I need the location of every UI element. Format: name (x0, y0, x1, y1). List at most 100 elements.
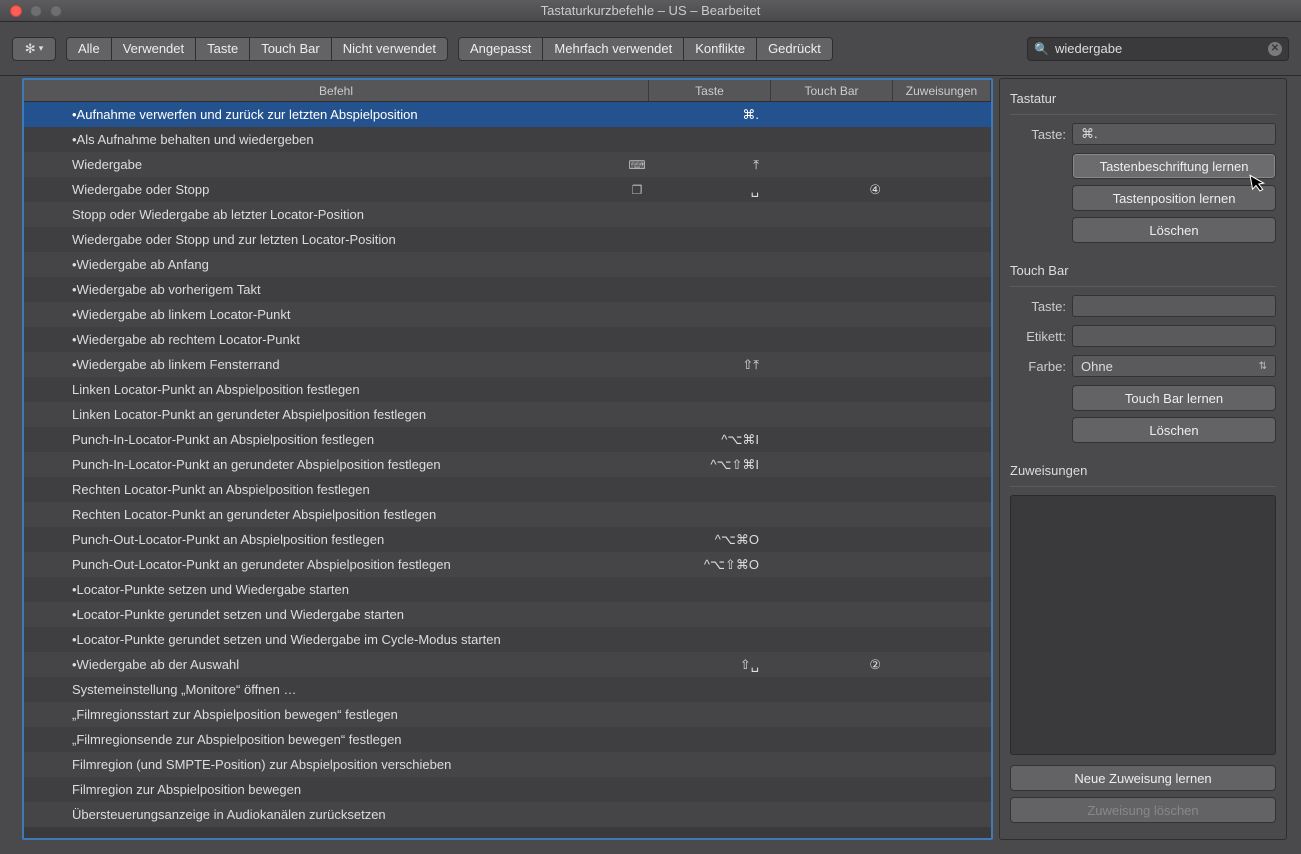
filter-group-1: Alle Verwendet Taste Touch Bar Nicht ver… (66, 37, 448, 61)
table-row[interactable]: Wiedergabe oder Stopp❐␣④ (24, 177, 991, 202)
touchbar-label-label: Etikett: (1010, 329, 1066, 344)
touchbar-key-field[interactable] (1072, 295, 1276, 317)
table-row[interactable]: •Wiedergabe ab linkem Fensterrand⇧⤒ (24, 352, 991, 377)
clear-search-button[interactable]: ✕ (1268, 42, 1282, 56)
table-row[interactable]: „Filmregionsstart zur Abspielposition be… (24, 702, 991, 727)
table-row[interactable]: •Wiedergabe ab Anfang (24, 252, 991, 277)
actions-menu-button[interactable]: ✻ ▾ (12, 37, 56, 61)
learn-assignment-button[interactable]: Neue Zuweisung lernen (1010, 765, 1276, 791)
learn-key-position-button[interactable]: Tastenposition lernen (1072, 185, 1276, 211)
cell-command: •Wiedergabe ab der Auswahl (24, 657, 625, 672)
cell-command: Stopp oder Wiedergabe ab letzter Locator… (24, 207, 625, 222)
section-touchbar-title: Touch Bar (1010, 263, 1276, 278)
learn-touchbar-button[interactable]: Touch Bar lernen (1072, 385, 1276, 411)
row-type-icon: ❐ (625, 183, 649, 197)
table-row[interactable]: „Filmregionsende zur Abspielposition bew… (24, 727, 991, 752)
table-row[interactable]: Übersteuerungsanzeige in Audiokanälen zu… (24, 802, 991, 827)
table-row[interactable]: Wiedergabe oder Stopp und zur letzten Lo… (24, 227, 991, 252)
cell-command: Linken Locator-Punkt an Abspielposition … (24, 382, 625, 397)
delete-touchbar-button[interactable]: Löschen (1072, 417, 1276, 443)
table-row[interactable]: •Locator-Punkte setzen und Wiedergabe st… (24, 577, 991, 602)
table-row[interactable]: Punch-In-Locator-Punkt an Abspielpositio… (24, 427, 991, 452)
keyboard-key-label: Taste: (1010, 127, 1066, 142)
cell-touchbar: ④ (771, 182, 893, 198)
delete-key-button[interactable]: Löschen (1072, 217, 1276, 243)
touchbar-label-field[interactable] (1072, 325, 1276, 347)
filter-alle[interactable]: Alle (66, 37, 112, 61)
cell-key: ^⌥⌘O (649, 532, 771, 548)
cell-command: Wiedergabe (24, 157, 625, 172)
cell-command: •Wiedergabe ab linkem Locator-Punkt (24, 307, 625, 322)
filter-touchbar[interactable]: Touch Bar (250, 37, 332, 61)
assignments-list[interactable] (1010, 495, 1276, 755)
table-row[interactable]: Stopp oder Wiedergabe ab letzter Locator… (24, 202, 991, 227)
table-row[interactable]: Rechten Locator-Punkt an Abspielposition… (24, 477, 991, 502)
th-command[interactable]: Befehl (24, 80, 649, 101)
cell-key: ^⌥⌘I (649, 432, 771, 448)
table-row[interactable]: •Locator-Punkte gerundet setzen und Wied… (24, 627, 991, 652)
filter-konflikte[interactable]: Konflikte (684, 37, 757, 61)
delete-assignment-button[interactable]: Zuweisung löschen (1010, 797, 1276, 823)
cell-command: Filmregion (und SMPTE-Position) zur Absp… (24, 757, 625, 772)
cell-command: Wiedergabe oder Stopp und zur letzten Lo… (24, 232, 625, 247)
zoom-window-button[interactable] (50, 5, 62, 17)
filter-verwendet[interactable]: Verwendet (112, 37, 196, 61)
table-row[interactable]: •Wiedergabe ab der Auswahl⇧␣② (24, 652, 991, 677)
table-row[interactable]: Punch-Out-Locator-Punkt an gerundeter Ab… (24, 552, 991, 577)
close-window-button[interactable] (10, 5, 22, 17)
table-row[interactable]: •Wiedergabe ab linkem Locator-Punkt (24, 302, 991, 327)
table-row[interactable]: Systemeinstellung „Monitore“ öffnen … (24, 677, 991, 702)
table-row[interactable]: •Als Aufnahme behalten und wiedergeben (24, 127, 991, 152)
cell-command: Punch-Out-Locator-Punkt an Abspielpositi… (24, 532, 625, 547)
cell-command: Systemeinstellung „Monitore“ öffnen … (24, 682, 625, 697)
touchbar-color-select[interactable]: Ohne ⇅ (1072, 355, 1276, 377)
search-icon: 🔍 (1034, 42, 1049, 56)
table-row[interactable]: Punch-Out-Locator-Punkt an Abspielpositi… (24, 527, 991, 552)
cell-command: •Aufnahme verwerfen und zurück zur letzt… (24, 107, 625, 122)
window-title: Tastaturkurzbefehle – US – Bearbeitet (0, 3, 1301, 18)
table-row[interactable]: Rechten Locator-Punkt an gerundeter Absp… (24, 502, 991, 527)
table-row[interactable]: Linken Locator-Punkt an gerundeter Abspi… (24, 402, 991, 427)
search-input[interactable] (1055, 41, 1262, 56)
touchbar-color-label: Farbe: (1010, 359, 1066, 374)
filter-taste[interactable]: Taste (196, 37, 250, 61)
filter-mehrfach[interactable]: Mehrfach verwendet (543, 37, 684, 61)
section-assignments-title: Zuweisungen (1010, 463, 1276, 478)
cell-command: Linken Locator-Punkt an gerundeter Abspi… (24, 407, 625, 422)
cell-key: ^⌥⇧⌘I (649, 457, 771, 473)
commands-table: Befehl Taste Touch Bar Zuweisungen •Aufn… (22, 78, 993, 840)
cell-key: ⇧⤒ (649, 357, 771, 373)
filter-gedrueckt[interactable]: Gedrückt (757, 37, 833, 61)
cell-command: •Wiedergabe ab Anfang (24, 257, 625, 272)
filter-group-2: Angepasst Mehrfach verwendet Konflikte G… (458, 37, 833, 61)
cell-command: Rechten Locator-Punkt an Abspielposition… (24, 482, 625, 497)
cell-command: •Locator-Punkte setzen und Wiedergabe st… (24, 582, 625, 597)
keyboard-key-field[interactable]: ⌘. (1072, 123, 1276, 145)
chevron-down-icon: ▾ (39, 43, 44, 54)
gear-icon: ✻ (25, 41, 36, 57)
search-field-wrap[interactable]: 🔍 ✕ (1027, 37, 1289, 61)
filter-nicht-verwendet[interactable]: Nicht verwendet (332, 37, 448, 61)
cell-command: •Locator-Punkte gerundet setzen und Wied… (24, 632, 625, 647)
table-row[interactable]: Filmregion (und SMPTE-Position) zur Absp… (24, 752, 991, 777)
table-row[interactable]: Linken Locator-Punkt an Abspielposition … (24, 377, 991, 402)
cell-key: ⤒ (649, 157, 771, 173)
filter-angepasst[interactable]: Angepasst (458, 37, 543, 61)
cell-touchbar: ② (771, 657, 893, 673)
table-row[interactable]: Punch-In-Locator-Punkt an gerundeter Abs… (24, 452, 991, 477)
table-row[interactable]: •Locator-Punkte gerundet setzen und Wied… (24, 602, 991, 627)
inspector-panel: Tastatur Taste: ⌘. Tastenbeschriftung le… (999, 78, 1287, 840)
row-type-icon: ⌨ (625, 158, 649, 172)
th-touchbar[interactable]: Touch Bar (771, 80, 893, 101)
th-assignments[interactable]: Zuweisungen (893, 80, 991, 101)
table-row[interactable]: Wiedergabe⌨⤒ (24, 152, 991, 177)
table-row[interactable]: Filmregion zur Abspielposition bewegen (24, 777, 991, 802)
table-row[interactable]: •Wiedergabe ab vorherigem Takt (24, 277, 991, 302)
table-row[interactable]: •Aufnahme verwerfen und zurück zur letzt… (24, 102, 991, 127)
table-row[interactable]: •Wiedergabe ab rechtem Locator-Punkt (24, 327, 991, 352)
cell-command: Punch-Out-Locator-Punkt an gerundeter Ab… (24, 557, 625, 572)
cell-command: •Locator-Punkte gerundet setzen und Wied… (24, 607, 625, 622)
minimize-window-button[interactable] (30, 5, 42, 17)
th-key[interactable]: Taste (649, 80, 771, 101)
learn-key-label-button[interactable]: Tastenbeschriftung lernen (1072, 153, 1276, 179)
